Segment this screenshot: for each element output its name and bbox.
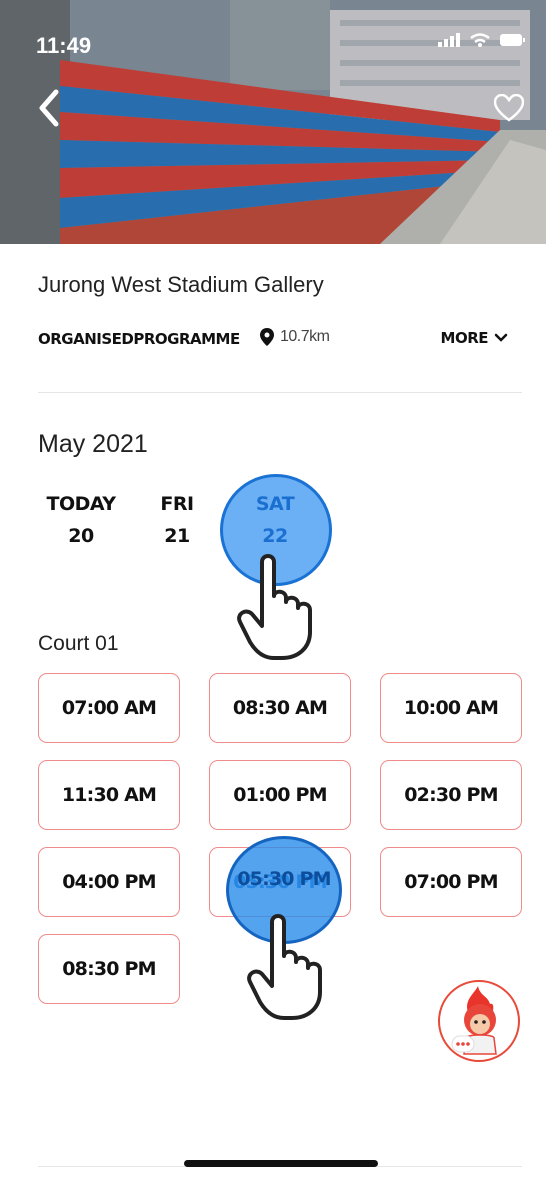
day-label: TODAY bbox=[46, 493, 116, 515]
day-sat[interactable]: SAT 22 bbox=[240, 488, 310, 552]
day-today[interactable]: TODAY 20 bbox=[46, 488, 116, 552]
tap-hand-icon bbox=[247, 914, 322, 1020]
status-time: 11:49 bbox=[36, 33, 92, 58]
signal-icon bbox=[438, 33, 460, 47]
court-label: Court 01 bbox=[38, 632, 119, 655]
heart-icon bbox=[493, 93, 525, 122]
day-date: 21 bbox=[164, 525, 190, 547]
venue-meta-row: ORGANISEDPROGRAMME 10.7km MORE bbox=[38, 326, 508, 352]
time-slot[interactable]: 02:30 PM bbox=[380, 760, 522, 830]
day-label: FRI bbox=[160, 493, 194, 515]
time-slot[interactable]: 10:00 AM bbox=[380, 673, 522, 743]
day-label: SAT bbox=[255, 493, 295, 515]
battery-icon bbox=[500, 34, 525, 46]
time-slot[interactable]: 08:30 PM bbox=[38, 934, 180, 1004]
wifi-icon bbox=[470, 33, 490, 47]
status-bar: 11:49 bbox=[0, 0, 546, 60]
location-pin-icon bbox=[260, 328, 274, 346]
day-date: 20 bbox=[68, 525, 94, 547]
distance-value: 10.7km bbox=[280, 328, 330, 345]
time-slot[interactable]: 04:00 PM bbox=[38, 847, 180, 917]
back-button[interactable] bbox=[36, 88, 66, 128]
mascot-chat-icon bbox=[451, 986, 497, 1055]
time-slot[interactable]: 08:30 AM bbox=[209, 673, 351, 743]
venue-title: Jurong West Stadium Gallery bbox=[38, 272, 324, 297]
month-label: May 2021 bbox=[38, 430, 148, 458]
tap-hand-icon bbox=[237, 554, 312, 660]
more-button[interactable]: MORE bbox=[441, 329, 508, 347]
divider bbox=[38, 392, 522, 393]
day-date: 22 bbox=[262, 525, 288, 547]
chat-mascot-button[interactable] bbox=[438, 980, 520, 1062]
status-icons bbox=[438, 33, 526, 47]
more-label: MORE bbox=[440, 329, 489, 347]
day-fri[interactable]: FRI 21 bbox=[142, 488, 212, 552]
time-slot[interactable]: 11:30 AM bbox=[38, 760, 180, 830]
home-indicator bbox=[184, 1160, 378, 1167]
chevron-down-icon bbox=[494, 333, 508, 342]
selected-slot-text: 05:30 PM bbox=[237, 868, 331, 890]
time-slot[interactable]: 01:00 PM bbox=[209, 760, 351, 830]
venue-distance: 10.7km bbox=[260, 328, 330, 346]
time-slot[interactable]: 07:00 PM bbox=[380, 847, 522, 917]
back-chevron-icon bbox=[39, 89, 59, 127]
venue-type: ORGANISEDPROGRAMME bbox=[38, 330, 240, 348]
time-slot[interactable]: 07:00 AM bbox=[38, 673, 180, 743]
favorite-button[interactable] bbox=[493, 93, 525, 124]
